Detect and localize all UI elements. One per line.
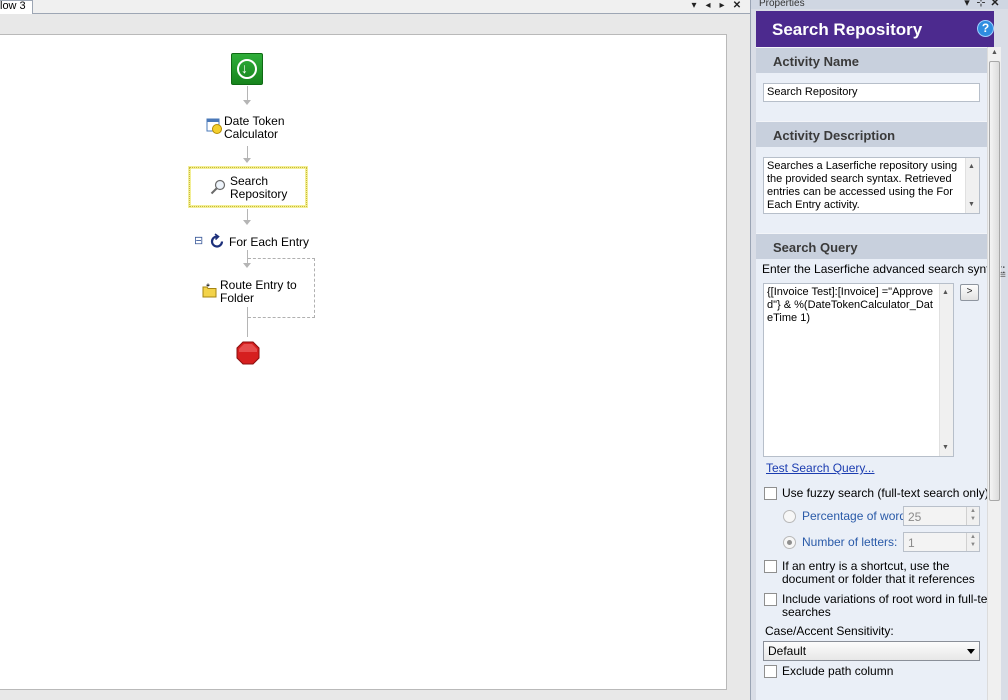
exclude-path-column-label: Exclude path column [782, 664, 894, 678]
properties-pane: Properties ▾ ⊹ ✕ Search Repository ? Act… [750, 0, 1008, 700]
search-query-text: {[Invoice Test]:[Invoice] ="Approved"} &… [767, 286, 934, 324]
activity-date-token-calculator[interactable]: Date Token Calculator [224, 115, 285, 141]
magnifier-icon [210, 179, 226, 198]
case-accent-select[interactable]: Default [763, 641, 980, 661]
section-title: Search Query [773, 240, 858, 255]
section-title: Activity Name [773, 54, 859, 69]
connector-arrowhead [243, 100, 251, 105]
workflow-document-tab[interactable]: low 3 [0, 0, 33, 14]
connector-arrowhead [243, 158, 251, 163]
start-arrow-icon[interactable]: ↓ [231, 53, 263, 85]
insert-token-button[interactable]: > [960, 284, 979, 301]
percentage-of-word-label: Percentage of word: [802, 509, 910, 523]
properties-body: Activity Name Search Repository Activity… [756, 47, 1005, 700]
letters-value: 1 [908, 536, 915, 550]
activity-label: Folder [220, 291, 255, 305]
percentage-value: 25 [908, 510, 922, 524]
properties-header-title: Search Repository [772, 20, 923, 39]
properties-header: Search Repository ? [756, 11, 994, 47]
connector-line [247, 307, 248, 337]
fuzzy-search-label: Use fuzzy search (full-text search only) [782, 486, 989, 500]
number-of-letters-stepper[interactable]: 1 ▲ ▼ [903, 532, 980, 552]
variations-label-line: searches [782, 605, 831, 619]
number-of-letters-radio[interactable] [783, 536, 796, 549]
scrollbar-thumb[interactable] [989, 61, 1000, 501]
connector-arrowhead [243, 220, 251, 225]
number-of-letters-label: Number of letters: [802, 535, 898, 549]
case-accent-value: Default [768, 644, 807, 658]
loop-icon [209, 233, 226, 253]
include-variations-checkbox[interactable] [764, 593, 777, 606]
activity-route-entry-to-folder[interactable]: Route Entry to Folder [220, 279, 297, 305]
tab-scroll-left-icon[interactable]: ◂ [702, 0, 714, 12]
tab-list-dropdown-icon[interactable]: ▾ [688, 0, 700, 12]
properties-scrollbar[interactable]: ▲ [987, 47, 1001, 700]
calendar-clock-icon [206, 118, 222, 137]
description-scrollbar[interactable]: ▲ ▼ [965, 158, 979, 213]
pane-dropdown-icon[interactable]: ▾ [961, 0, 973, 9]
splitter-grip-icon[interactable]: ≡ [1000, 270, 1006, 281]
shortcut-label: If an entry is a shortcut, use the docum… [782, 560, 975, 586]
fuzzy-search-checkbox[interactable] [764, 487, 777, 500]
activity-label: Repository [230, 187, 288, 201]
stop-sign-icon[interactable] [236, 341, 260, 365]
close-pane-icon[interactable]: ✕ [989, 0, 1001, 9]
exclude-path-column-checkbox[interactable] [764, 665, 777, 678]
search-query-field[interactable]: {[Invoice Test]:[Invoice] ="Approved"} &… [763, 283, 954, 457]
shortcut-label-line: document or folder that it references [782, 572, 975, 586]
case-accent-label: Case/Accent Sensitivity: [765, 624, 894, 638]
document-tab-strip: low 3 ▾ ◂ ▸ ✕ [0, 0, 750, 14]
help-icon[interactable]: ? [977, 20, 994, 37]
activity-label: Calculator [224, 127, 279, 141]
chevron-down-icon [967, 649, 975, 654]
variations-label: Include variations of root word in full-… [782, 593, 997, 619]
section-search-query: Search Query [756, 233, 987, 259]
activity-label: For Each Entry [229, 235, 310, 249]
collapse-icon[interactable]: ⊟ [194, 235, 203, 248]
activity-name-field[interactable]: Search Repository [763, 83, 980, 102]
close-document-icon[interactable]: ✕ [731, 0, 743, 12]
pin-icon[interactable]: ⊹ [975, 0, 987, 9]
search-query-scrollbar[interactable]: ▲ ▼ [939, 284, 953, 456]
section-title: Activity Description [773, 128, 896, 143]
test-search-query-link[interactable]: Test Search Query... [766, 461, 875, 475]
use-shortcut-target-checkbox[interactable] [764, 560, 777, 573]
activity-description-field[interactable]: Searches a Laserfiche repository using t… [763, 157, 980, 214]
workflow-canvas[interactable] [0, 34, 727, 690]
section-activity-name: Activity Name [756, 47, 987, 73]
search-syntax-label: Enter the Laserfiche advanced search syn… [762, 262, 1006, 276]
tab-scroll-right-icon[interactable]: ▸ [716, 0, 728, 12]
activity-search-repository[interactable]: Search Repository [230, 175, 287, 201]
activity-description-text: Searches a Laserfiche repository using t… [767, 160, 958, 211]
folder-icon [202, 283, 217, 301]
percentage-of-word-radio[interactable] [783, 510, 796, 523]
percentage-of-word-stepper[interactable]: 25 ▲ ▼ [903, 506, 980, 526]
activity-for-each-entry[interactable]: For Each Entry [229, 236, 309, 249]
section-activity-description: Activity Description [756, 121, 987, 147]
